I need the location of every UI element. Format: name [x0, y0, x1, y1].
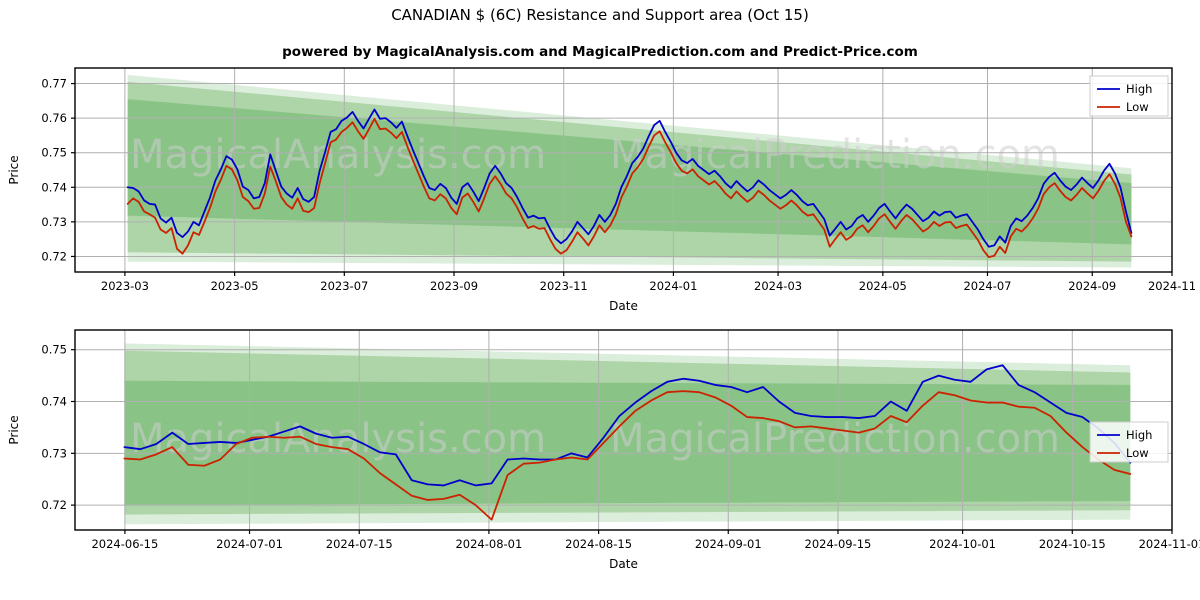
x-tick-label: 2024-07-01: [216, 537, 283, 551]
x-tick-label: 2024-08-01: [455, 537, 522, 551]
y-tick-label: 0.77: [41, 77, 67, 91]
x-axis-label: Date: [609, 557, 638, 571]
x-tick-label: 2024-03: [754, 279, 802, 293]
chart-legend[interactable]: High Low: [1089, 75, 1169, 117]
y-tick-label: 0.74: [41, 395, 67, 409]
x-tick-label: 2023-11: [540, 279, 588, 293]
y-tick-label: 0.73: [41, 215, 67, 229]
x-tick-label: 2024-01: [649, 279, 697, 293]
x-tick-label: 2024-10-01: [929, 537, 996, 551]
y-tick-label: 0.76: [41, 111, 67, 125]
x-tick-label: 2024-09: [1068, 279, 1116, 293]
legend-label-high: High: [1126, 428, 1152, 442]
legend-label-high: High: [1126, 82, 1152, 96]
x-tick-label: 2023-03: [101, 279, 149, 293]
y-tick-label: 0.72: [41, 498, 67, 512]
watermark-text: MagicalAnalysis.com: [130, 132, 546, 178]
y-tick-label: 0.74: [41, 180, 67, 194]
legend-label-low: Low: [1126, 446, 1149, 460]
x-tick-label: 2024-08-15: [565, 537, 632, 551]
x-tick-label: 2024-07: [963, 279, 1011, 293]
x-tick-label: 2024-05: [859, 279, 907, 293]
x-tick-label: 2024-07-15: [326, 537, 393, 551]
x-tick-label: 2024-11: [1148, 279, 1196, 293]
x-tick-label: 2024-11-01: [1139, 537, 1200, 551]
y-tick-label: 0.72: [41, 249, 67, 263]
y-tick-label: 0.75: [41, 146, 67, 160]
x-tick-label: 2023-07: [320, 279, 368, 293]
x-tick-label: 2024-06-15: [91, 537, 158, 551]
short-term-price-chart: MagicalAnalysis.com MagicalPrediction.com…: [7, 329, 1200, 571]
x-tick-label: 2023-05: [211, 279, 259, 293]
page-title: CANADIAN $ (6C) Resistance and Support a…: [391, 6, 809, 24]
x-axis-label: Date: [609, 299, 638, 313]
x-tick-label: 2024-09-15: [805, 537, 872, 551]
x-tick-label: 2024-09-01: [695, 537, 762, 551]
chart-page: CANADIAN $ (6C) Resistance and Support a…: [0, 0, 1200, 600]
x-tick-label: 2023-09: [430, 279, 478, 293]
y-tick-label: 0.75: [41, 343, 67, 357]
x-tick-label: 2024-10-15: [1039, 537, 1106, 551]
y-axis-label: Price: [7, 415, 21, 444]
chart-legend[interactable]: High Low: [1089, 421, 1169, 463]
y-axis-label: Price: [7, 155, 21, 184]
watermark-text: MagicalAnalysis.com: [130, 416, 546, 462]
legend-label-low: Low: [1126, 100, 1149, 114]
watermark-text: MagicalPrediction.com: [610, 416, 1060, 462]
y-tick-label: 0.73: [41, 446, 67, 460]
